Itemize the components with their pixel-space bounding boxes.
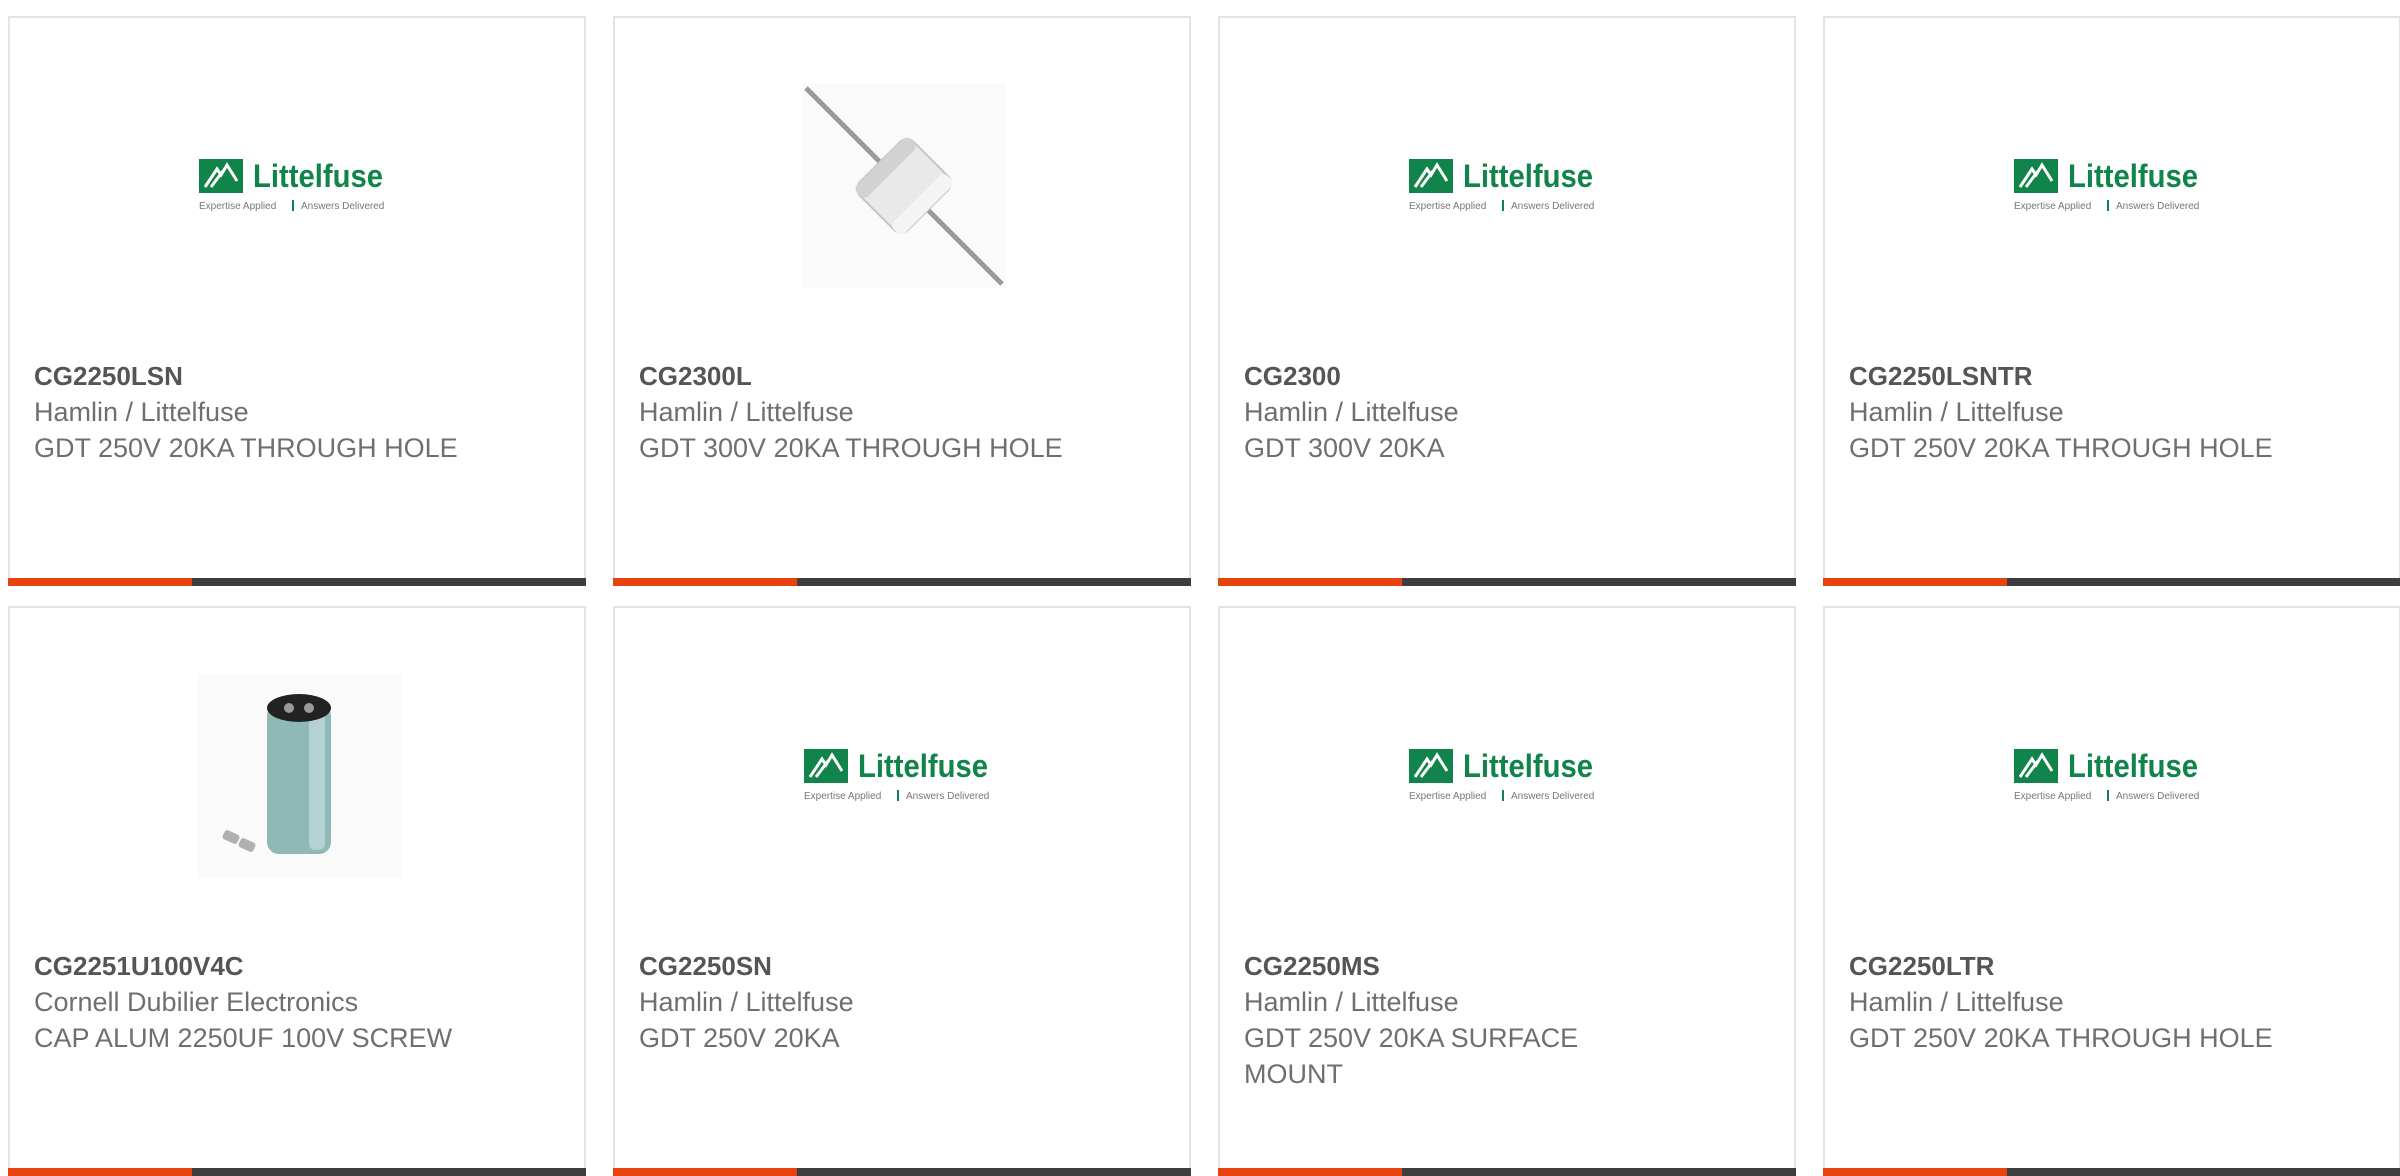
product-card[interactable]: Littelfuse Expertise Applied Answers Del… xyxy=(1218,606,1796,1176)
aluminum-capacitor-image xyxy=(197,674,401,878)
svg-text:Answers Delivered: Answers Delivered xyxy=(301,201,384,212)
svg-text:Answers Delivered: Answers Delivered xyxy=(2116,201,2199,212)
bar-rest-segment xyxy=(797,578,1191,586)
svg-text:Littelfuse: Littelfuse xyxy=(2068,158,2198,194)
manufacturer-name: Hamlin / Littelfuse xyxy=(1849,987,2064,1017)
product-card[interactable]: CG2251U100V4C Cornell Dubilier Electronic… xyxy=(8,606,586,1176)
product-card[interactable]: Littelfuse Expertise Applied Answers Del… xyxy=(8,16,586,586)
bar-accent-segment xyxy=(8,578,192,586)
svg-text:Littelfuse: Littelfuse xyxy=(2068,748,2198,784)
manufacturer-name: Hamlin / Littelfuse xyxy=(639,397,854,427)
gas-discharge-tube-image xyxy=(802,84,1006,288)
svg-text:Answers Delivered: Answers Delivered xyxy=(2116,791,2199,802)
product-image[interactable]: Littelfuse Expertise Applied Answers Del… xyxy=(802,674,1006,878)
product-info: CG2250LSN Hamlin / Littelfuse GDT 250V 20K… xyxy=(34,358,464,466)
bar-rest-segment xyxy=(192,1168,586,1176)
bar-accent-segment xyxy=(1823,1168,2007,1176)
svg-text:Expertise Applied: Expertise Applied xyxy=(1409,791,1486,802)
product-description: GDT 250V 20KA THROUGH HOLE xyxy=(1849,433,2273,463)
product-card[interactable]: Littelfuse Expertise Applied Answers Del… xyxy=(1823,606,2400,1176)
svg-text:Expertise Applied: Expertise Applied xyxy=(2014,201,2091,212)
bar-accent-segment xyxy=(613,578,797,586)
bar-accent-segment xyxy=(613,1168,797,1176)
manufacturer-name: Hamlin / Littelfuse xyxy=(639,987,854,1017)
card-bottom-bar xyxy=(1218,578,1796,586)
bar-accent-segment xyxy=(1218,578,1402,586)
bar-rest-segment xyxy=(797,1168,1191,1176)
littelfuse-logo: Littelfuse Expertise Applied Answers Del… xyxy=(1409,748,1594,802)
product-info: CG2300 Hamlin / Littelfuse GDT 300V 20KA xyxy=(1244,358,1674,466)
svg-text:Expertise Applied: Expertise Applied xyxy=(1409,201,1486,212)
product-description: GDT 250V 20KA THROUGH HOLE xyxy=(34,433,458,463)
svg-text:Littelfuse: Littelfuse xyxy=(253,158,383,194)
manufacturer-name: Hamlin / Littelfuse xyxy=(1849,397,2064,427)
bar-rest-segment xyxy=(2007,1168,2400,1176)
product-image[interactable]: Littelfuse Expertise Applied Answers Del… xyxy=(197,84,401,288)
part-number-link[interactable]: CG2250LTR xyxy=(1849,948,2279,984)
card-bottom-bar xyxy=(1823,1168,2400,1176)
product-info: CG2250LTR Hamlin / Littelfuse GDT 250V 20K… xyxy=(1849,948,2279,1056)
product-image[interactable] xyxy=(197,674,401,878)
card-bottom-bar xyxy=(8,1168,586,1176)
product-card[interactable]: Littelfuse Expertise Applied Answers Del… xyxy=(1823,16,2400,586)
product-description: CAP ALUM 2250UF 100V SCREW xyxy=(34,1023,453,1053)
svg-text:Expertise Applied: Expertise Applied xyxy=(199,201,276,212)
product-card[interactable]: CG2300L Hamlin / Littelfuse GDT 300V 20KA … xyxy=(613,16,1191,586)
product-grid: Littelfuse Expertise Applied Answers Del… xyxy=(8,16,2400,1176)
product-info: CG2250SN Hamlin / Littelfuse GDT 250V 20KA xyxy=(639,948,1069,1056)
product-description: GDT 300V 20KA xyxy=(1244,433,1445,463)
littelfuse-logo: Littelfuse Expertise Applied Answers Del… xyxy=(2014,158,2199,212)
manufacturer-name: Hamlin / Littelfuse xyxy=(34,397,249,427)
product-info: CG2250MS Hamlin / Littelfuse GDT 250V 20KA… xyxy=(1244,948,1674,1092)
product-image[interactable]: Littelfuse Expertise Applied Answers Del… xyxy=(1407,674,1611,878)
svg-text:Littelfuse: Littelfuse xyxy=(858,748,988,784)
littelfuse-logo: Littelfuse Expertise Applied Answers Del… xyxy=(1409,158,1594,212)
product-image[interactable]: Littelfuse Expertise Applied Answers Del… xyxy=(1407,84,1611,288)
card-bottom-bar xyxy=(613,578,1191,586)
svg-text:Answers Delivered: Answers Delivered xyxy=(1511,791,1594,802)
bar-rest-segment xyxy=(192,578,586,586)
product-description: GDT 300V 20KA THROUGH HOLE xyxy=(639,433,1063,463)
product-info: CG2250LSNTR Hamlin / Littelfuse GDT 250V 2… xyxy=(1849,358,2279,466)
product-info: CG2300L Hamlin / Littelfuse GDT 300V 20KA … xyxy=(639,358,1069,466)
product-description: GDT 250V 20KA THROUGH HOLE xyxy=(1849,1023,2273,1053)
product-info: CG2251U100V4C Cornell Dubilier Electronic… xyxy=(34,948,464,1056)
product-card[interactable]: Littelfuse Expertise Applied Answers Del… xyxy=(613,606,1191,1176)
bar-accent-segment xyxy=(1218,1168,1402,1176)
bar-rest-segment xyxy=(2007,578,2400,586)
svg-text:Expertise Applied: Expertise Applied xyxy=(2014,791,2091,802)
part-number-link[interactable]: CG2250MS xyxy=(1244,948,1674,984)
part-number-link[interactable]: CG2250LSNTR xyxy=(1849,358,2279,394)
product-image[interactable]: Littelfuse Expertise Applied Answers Del… xyxy=(2012,84,2216,288)
card-bottom-bar xyxy=(1823,578,2400,586)
part-number-link[interactable]: CG2251U100V4C xyxy=(34,948,464,984)
product-description: GDT 250V 20KA xyxy=(639,1023,840,1053)
product-image[interactable]: Littelfuse Expertise Applied Answers Del… xyxy=(2012,674,2216,878)
product-card[interactable]: Littelfuse Expertise Applied Answers Del… xyxy=(1218,16,1796,586)
littelfuse-logo: Littelfuse Expertise Applied Answers Del… xyxy=(199,158,384,212)
bar-rest-segment xyxy=(1402,578,1796,586)
bar-accent-segment xyxy=(1823,578,2007,586)
svg-text:Littelfuse: Littelfuse xyxy=(1463,158,1593,194)
svg-text:Expertise Applied: Expertise Applied xyxy=(804,791,881,802)
part-number-link[interactable]: CG2250SN xyxy=(639,948,1069,984)
card-bottom-bar xyxy=(8,578,586,586)
littelfuse-logo: Littelfuse Expertise Applied Answers Del… xyxy=(804,748,989,802)
part-number-link[interactable]: CG2300 xyxy=(1244,358,1674,394)
product-description: GDT 250V 20KA SURFACE MOUNT xyxy=(1244,1023,1579,1089)
svg-text:Answers Delivered: Answers Delivered xyxy=(906,791,989,802)
part-number-link[interactable]: CG2250LSN xyxy=(34,358,464,394)
littelfuse-logo: Littelfuse Expertise Applied Answers Del… xyxy=(2014,748,2199,802)
manufacturer-name: Hamlin / Littelfuse xyxy=(1244,987,1459,1017)
card-bottom-bar xyxy=(613,1168,1191,1176)
manufacturer-name: Hamlin / Littelfuse xyxy=(1244,397,1459,427)
svg-text:Littelfuse: Littelfuse xyxy=(1463,748,1593,784)
card-bottom-bar xyxy=(1218,1168,1796,1176)
svg-text:Answers Delivered: Answers Delivered xyxy=(1511,201,1594,212)
product-image[interactable] xyxy=(802,84,1006,288)
manufacturer-name: Cornell Dubilier Electronics xyxy=(34,987,359,1017)
part-number-link[interactable]: CG2300L xyxy=(639,358,1069,394)
bar-rest-segment xyxy=(1402,1168,1796,1176)
bar-accent-segment xyxy=(8,1168,192,1176)
